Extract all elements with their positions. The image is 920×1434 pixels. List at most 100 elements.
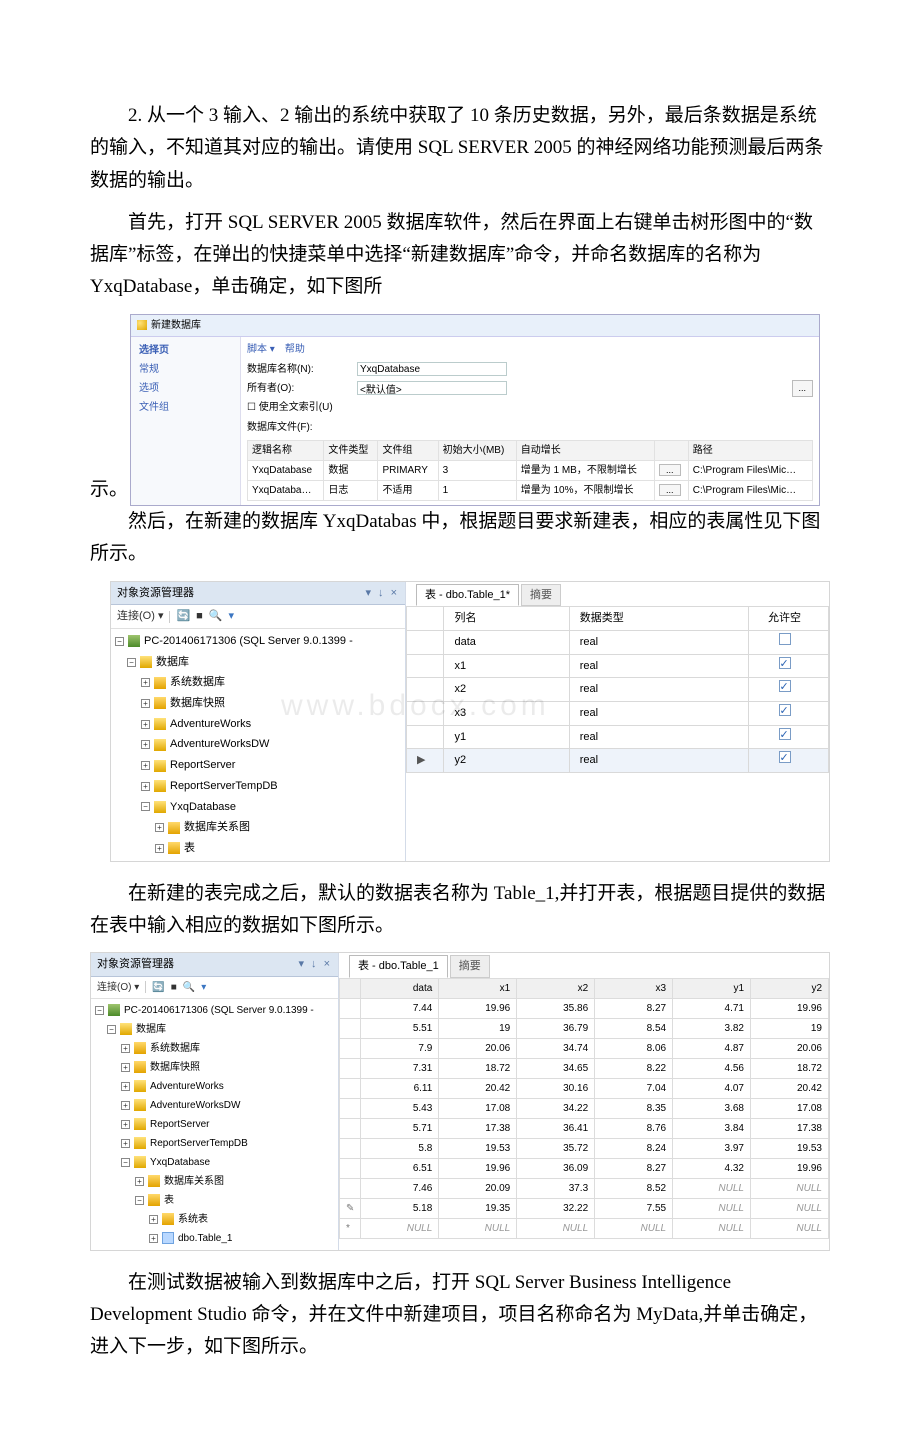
db-files-label: 数据库文件(F): bbox=[247, 419, 813, 436]
col-row[interactable]: ▶y2real bbox=[407, 749, 829, 773]
col-row[interactable]: x1real bbox=[407, 654, 829, 678]
connect-dropdown[interactable]: 连接(O) ▾ bbox=[97, 979, 139, 996]
yxq-node[interactable]: YxqDatabase bbox=[170, 798, 236, 817]
table-icon bbox=[162, 1232, 174, 1244]
tab-table[interactable]: 表 - dbo.Table_1 bbox=[349, 955, 448, 978]
allow-null-checkbox[interactable] bbox=[779, 680, 791, 692]
server-node[interactable]: PC-201406171306 (SQL Server 9.0.1399 - bbox=[144, 632, 353, 651]
owner-browse-button[interactable]: ... bbox=[792, 380, 814, 397]
left-node-options[interactable]: 选项 bbox=[131, 379, 240, 398]
db-name-input[interactable] bbox=[357, 362, 507, 376]
left-node-filegroups[interactable]: 文件组 bbox=[131, 398, 240, 417]
table-node[interactable]: dbo.Table_1 bbox=[178, 1230, 233, 1247]
db-icon bbox=[154, 718, 166, 730]
stop-icon[interactable]: ■ bbox=[196, 607, 203, 626]
new-database-dialog: 新建数据库 选择页 常规 选项 文件组 脚本 ▾ 帮助 数据库名称(N): 所有… bbox=[130, 314, 820, 506]
oe-pin-close-icons[interactable]: ▾ ↓ × bbox=[365, 584, 399, 603]
rs-node[interactable]: ReportServer bbox=[170, 756, 235, 775]
db-icon bbox=[134, 1156, 146, 1168]
allow-null-checkbox[interactable] bbox=[779, 751, 791, 763]
left-head: 选择页 bbox=[131, 341, 240, 360]
table-row[interactable]: 6.1120.4230.167.044.0720.42 bbox=[340, 1078, 829, 1098]
filter-icon[interactable]: 🔍 bbox=[183, 979, 195, 996]
db-node[interactable]: 数据库 bbox=[156, 653, 189, 672]
rstmp-node[interactable]: ReportServerTempDB bbox=[170, 777, 278, 796]
oe-title: 对象资源管理器 bbox=[117, 584, 194, 603]
tables-node[interactable]: 表 bbox=[184, 839, 195, 858]
server-node[interactable]: PC-201406171306 (SQL Server 9.0.1399 - bbox=[124, 1002, 314, 1019]
object-explorer-designer: www.bdocx.com 对象资源管理器 ▾ ↓ × 连接(O) ▾ 🔄 ■ … bbox=[110, 581, 830, 862]
db-icon bbox=[134, 1137, 146, 1149]
table-row[interactable]: 7.920.0634.748.064.8720.06 bbox=[340, 1038, 829, 1058]
allow-null-checkbox[interactable] bbox=[779, 657, 791, 669]
folder-icon bbox=[168, 822, 180, 834]
expand-icon[interactable]: − bbox=[115, 637, 124, 646]
db-owner-label: 所有者(O): bbox=[247, 380, 357, 397]
left-node-general[interactable]: 常规 bbox=[131, 360, 240, 379]
folder-icon bbox=[120, 1023, 132, 1035]
db-owner-input[interactable] bbox=[357, 381, 507, 395]
data-grid[interactable]: datax1x2 x3y1y2 7.4419.9635.868.274.7119… bbox=[339, 978, 829, 1239]
paragraph-4: 在新建的表完成之后，默认的数据表名称为 Table_1,并打开表，根据题目提供的… bbox=[90, 878, 830, 943]
dialog-help[interactable]: 帮助 bbox=[285, 341, 305, 358]
funnel-icon[interactable]: ▾ bbox=[229, 607, 235, 626]
dialog-script-dd[interactable]: 脚本 ▾ bbox=[247, 341, 275, 358]
table-row[interactable]: 5.7117.3836.418.763.8417.38 bbox=[340, 1118, 829, 1138]
funnel-icon[interactable]: ▾ bbox=[201, 979, 206, 996]
fulltext-checkbox[interactable]: ☐ 使用全文索引(U) bbox=[247, 399, 333, 416]
diagram-node[interactable]: 数据库关系图 bbox=[184, 818, 250, 837]
allow-null-checkbox[interactable] bbox=[779, 704, 791, 716]
table-row[interactable]: *NULLNULLNULLNULLNULLNULL bbox=[340, 1218, 829, 1238]
connect-dropdown[interactable]: 连接(O) ▾ bbox=[117, 607, 163, 626]
table-row[interactable]: 7.4419.9635.868.274.7119.96 bbox=[340, 998, 829, 1018]
allow-null-checkbox[interactable] bbox=[779, 633, 791, 645]
db-icon bbox=[154, 760, 166, 772]
refresh-icon[interactable]: 🔄 bbox=[152, 979, 164, 996]
folder-icon bbox=[140, 656, 152, 668]
db-files-header: 逻辑名称 文件类型 文件组 初始大小(MB) 自动增长 路径 bbox=[248, 441, 813, 461]
snap-node[interactable]: 数据库快照 bbox=[170, 694, 225, 713]
paragraph-1: 2. 从一个 3 输入、2 输出的系统中获取了 10 条历史数据，另外，最后条数… bbox=[90, 100, 830, 197]
table-row[interactable]: 5.511936.798.543.8219 bbox=[340, 1018, 829, 1038]
tab-table[interactable]: 表 - dbo.Table_1* bbox=[416, 584, 519, 607]
db-icon bbox=[154, 780, 166, 792]
paragraph-5: 在测试数据被输入到数据库中之后，打开 SQL Server Business I… bbox=[90, 1267, 830, 1364]
object-explorer-data: 对象资源管理器 ▾ ↓ × 连接(O) ▾ 🔄 ■ 🔍 ▾ −PC-201406… bbox=[90, 952, 830, 1251]
autogrow-button[interactable]: ... bbox=[659, 484, 681, 496]
stop-icon[interactable]: ■ bbox=[171, 979, 177, 996]
paragraph-2a: 首先，打开 SQL SERVER 2005 数据库软件，然后在界面上右键单击树形… bbox=[90, 207, 830, 304]
aw-node[interactable]: AdventureWorks bbox=[170, 715, 251, 734]
allow-null-checkbox[interactable] bbox=[779, 728, 791, 740]
db-icon bbox=[154, 801, 166, 813]
awdw-node[interactable]: AdventureWorksDW bbox=[170, 735, 269, 754]
db-icon bbox=[137, 320, 147, 330]
sysdb-node[interactable]: 系统数据库 bbox=[170, 673, 225, 692]
table-row[interactable]: 6.5119.9636.098.274.3219.96 bbox=[340, 1158, 829, 1178]
folder-icon bbox=[134, 1042, 146, 1054]
autogrow-button[interactable]: ... bbox=[659, 464, 681, 476]
filter-icon[interactable]: 🔍 bbox=[209, 607, 223, 626]
server-icon bbox=[108, 1004, 120, 1016]
table-row[interactable]: 7.4620.0937.38.52NULLNULL bbox=[340, 1178, 829, 1198]
db-file-row[interactable]: YxqDataba…日志不适用 1增量为 10%，不限制增长 ... C:\Pr… bbox=[248, 481, 813, 501]
tree-view: −PC-201406171306 (SQL Server 9.0.1399 - … bbox=[91, 999, 338, 1250]
table-row[interactable]: 5.4317.0834.228.353.6817.08 bbox=[340, 1098, 829, 1118]
db-file-row[interactable]: YxqDatabase数据PRIMARY 3增量为 1 MB，不限制增长 ...… bbox=[248, 461, 813, 481]
folder-icon bbox=[168, 842, 180, 854]
refresh-icon[interactable]: 🔄 bbox=[176, 607, 190, 626]
watermark: www.bdocx.com bbox=[281, 680, 550, 731]
tab-summary[interactable]: 摘要 bbox=[521, 584, 561, 607]
tab-summary[interactable]: 摘要 bbox=[450, 955, 490, 978]
col-row[interactable]: datareal bbox=[407, 631, 829, 655]
oe-pin-close-icons[interactable]: ▾ ↓ × bbox=[298, 955, 332, 974]
folder-icon bbox=[154, 677, 166, 689]
folder-icon bbox=[162, 1213, 174, 1225]
table-row[interactable]: ✎5.1819.3532.227.55NULLNULL bbox=[340, 1198, 829, 1218]
table-row[interactable]: 5.819.5335.728.243.9719.53 bbox=[340, 1138, 829, 1158]
table-row[interactable]: 7.3118.7234.658.224.5618.72 bbox=[340, 1058, 829, 1078]
db-icon bbox=[134, 1099, 146, 1111]
db-icon bbox=[154, 739, 166, 751]
dialog-titlebar: 新建数据库 bbox=[131, 315, 819, 337]
server-icon bbox=[128, 635, 140, 647]
db-icon bbox=[134, 1118, 146, 1130]
